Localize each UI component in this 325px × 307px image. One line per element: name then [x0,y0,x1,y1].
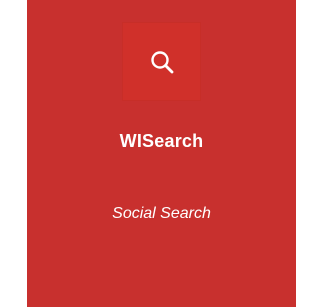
icon-container [122,22,201,101]
search-icon [149,49,175,75]
wisearch-tile[interactable]: WISearch Social Search [27,0,296,307]
tile-subtitle: Social Search [112,205,211,222]
tile-title: WISearch [119,131,204,151]
